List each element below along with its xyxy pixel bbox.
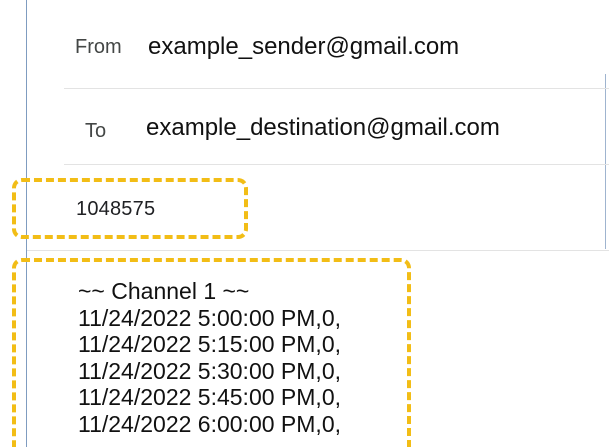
body-line-2: 11/24/2022 5:15:00 PM,0, bbox=[78, 331, 341, 357]
body-line-1: 11/24/2022 5:00:00 PM,0, bbox=[78, 304, 341, 331]
to-label: To bbox=[85, 120, 107, 142]
channel-heading: ~~ Channel 1 ~~ bbox=[78, 278, 250, 304]
body-line-5: 11/24/2022 6:00:00 PM,0, bbox=[78, 410, 341, 437]
email-compose-screenshot: From example_sender@gmail.com To example… bbox=[0, 0, 609, 447]
message-body[interactable]: ~~ Channel 1 ~~ 11/24/2022 5:00:00 PM,0,… bbox=[27, 251, 609, 447]
from-address[interactable]: example_sender@gmail.com bbox=[148, 33, 459, 61]
subject-field[interactable]: 1048575 bbox=[27, 165, 609, 251]
from-label: From bbox=[75, 36, 122, 58]
body-line-4: 11/24/2022 5:45:00 PM,0, bbox=[78, 384, 341, 410]
subject-value[interactable]: 1048575 bbox=[76, 197, 155, 221]
to-address[interactable]: example_destination@gmail.com bbox=[146, 114, 500, 142]
from-row[interactable]: From example_sender@gmail.com bbox=[64, 0, 609, 89]
message-body-lines: ~~ Channel 1 ~~ 11/24/2022 5:00:00 PM,0,… bbox=[78, 278, 478, 437]
body-line-3: 11/24/2022 5:30:00 PM,0, bbox=[78, 357, 341, 384]
to-row[interactable]: To example_destination@gmail.com bbox=[64, 89, 609, 165]
